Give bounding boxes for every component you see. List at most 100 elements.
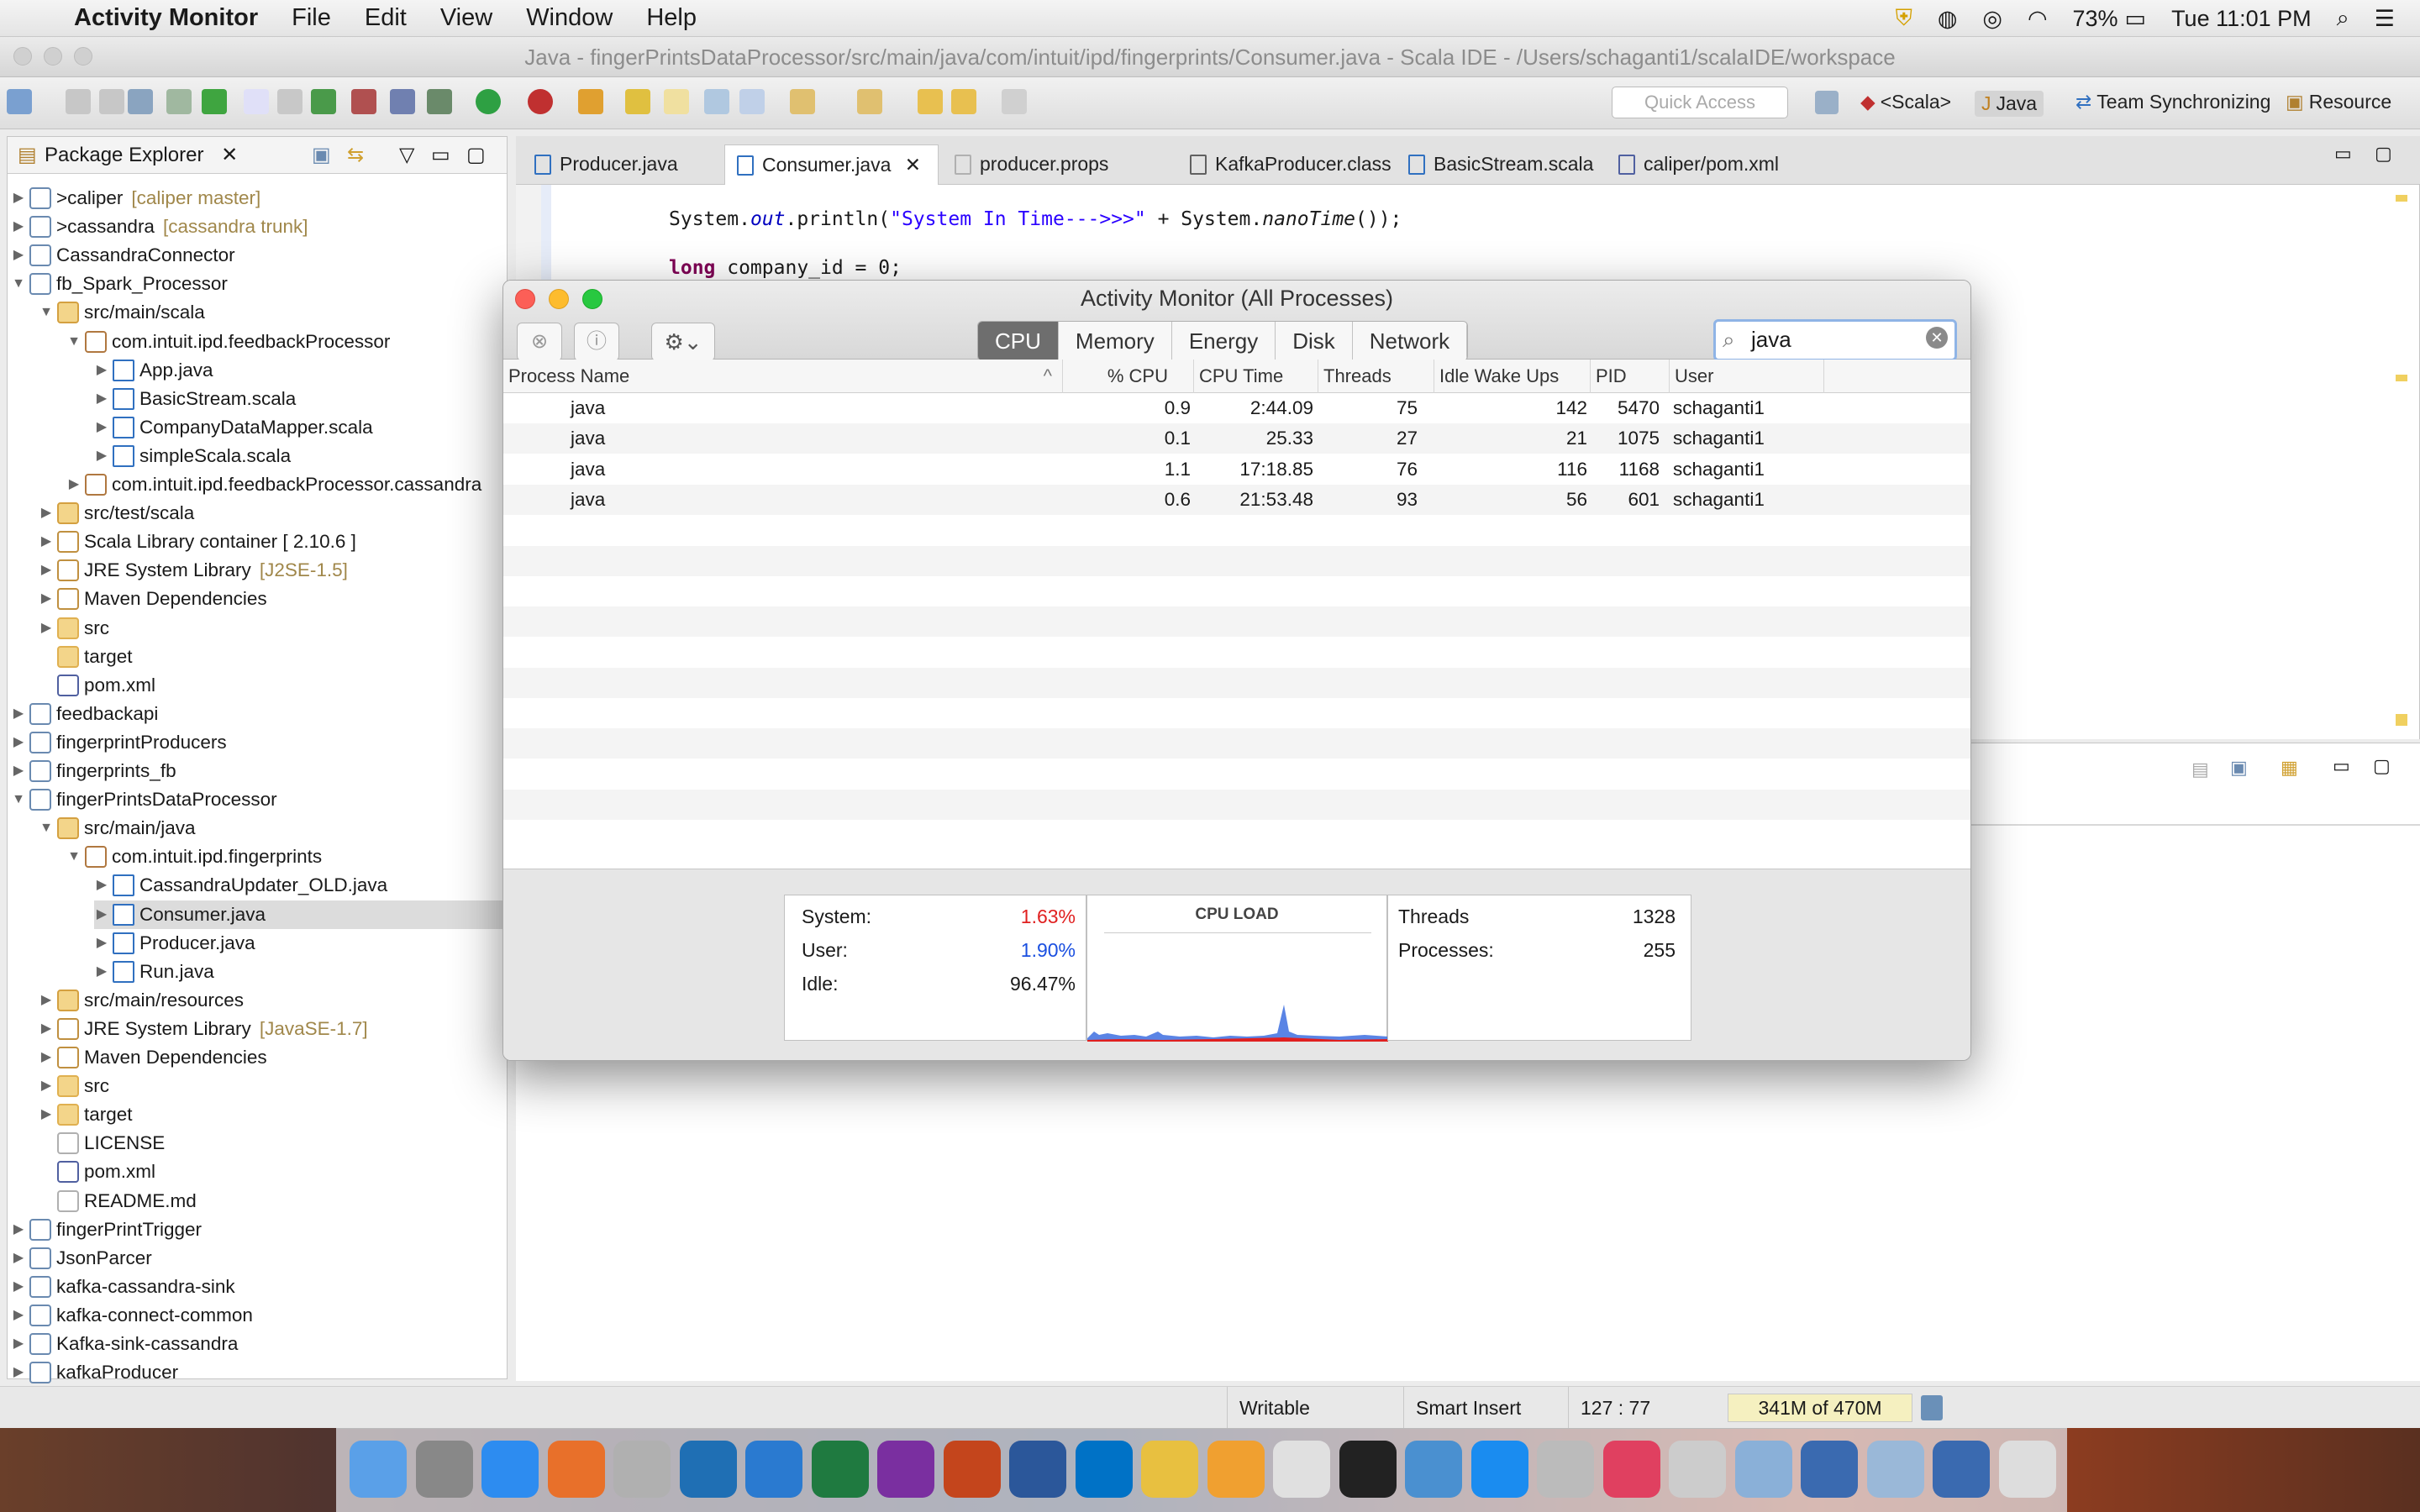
expand-arrow-icon[interactable]: ▶ [39,1015,54,1043]
menu-file[interactable]: File [292,4,331,32]
tree-item[interactable]: ▶ com.intuit.ipd.feedbackProcessor.cassan… [66,470,507,499]
tree-item[interactable]: ▼ com.intuit.ipd.fingerprints [66,843,507,871]
spotlight-icon[interactable]: ⌕ [2337,5,2349,32]
tree-item[interactable]: ▶ BasicStream.scala [94,385,507,413]
expand-arrow-icon[interactable]: ▶ [39,528,54,556]
maximize-view-icon[interactable]: ▢ [466,137,486,174]
tree-item[interactable]: ▶ App.java [94,356,507,385]
expand-arrow-icon[interactable]: ▶ [39,1072,54,1100]
run-gc-icon[interactable] [1921,1395,1943,1420]
notification-center-icon[interactable]: ☰ [2375,6,2395,32]
privacy-icon[interactable]: ◎ [1982,6,2002,32]
dock-app-app-store-icon[interactable] [1470,1441,1528,1498]
new-class-icon[interactable] [351,89,376,114]
tree-item[interactable]: ▶ CassandraUpdater_OLD.java [94,871,507,900]
quick-access-input[interactable]: Quick Access [1612,87,1788,118]
process-row[interactable]: java 0.6 21:53.48 93 56 601 schaganti1 [503,484,1970,515]
dock-app-firefox-icon[interactable] [547,1441,605,1498]
tree-item[interactable]: target [39,643,507,671]
dock-app-eclipse-icon[interactable] [1273,1441,1330,1498]
editor-maximize-icon[interactable]: ▢ [2375,143,2392,165]
column-header-cpu-time[interactable]: CPU Time [1194,360,1318,393]
tree-item[interactable]: ▶ kafkaProducer [11,1358,507,1387]
dock-app-desktop-icon[interactable] [1801,1441,1858,1498]
action-menu-button[interactable]: ⚙⌄ [651,323,715,361]
process-row[interactable]: java 0.9 2:44.09 75 142 5470 schaganti1 [503,393,1970,423]
tab-memory[interactable]: Memory [1058,322,1172,360]
inspect-process-button[interactable]: ⓘ [574,323,619,361]
tree-item[interactable]: ▶ feedbackapi [11,700,507,728]
expand-arrow-icon[interactable]: ▶ [11,241,26,270]
toggle-icon[interactable] [202,89,227,114]
tree-item[interactable]: pom.xml [39,1158,507,1186]
overview-marker[interactable] [2396,714,2407,726]
tree-item[interactable]: ▶ fingerprints_fb [11,757,507,785]
dock-app-excel-icon[interactable] [811,1441,869,1498]
expand-arrow-icon[interactable]: ▶ [11,213,26,241]
tree-item[interactable]: ▶ src [39,614,507,643]
dock-app-dell-defender-icon[interactable] [679,1441,737,1498]
tree-item[interactable]: ▼ fingerPrintsDataProcessor [11,785,507,814]
column-header-pid[interactable]: PID [1591,360,1670,393]
expand-arrow-icon[interactable]: ▶ [11,1358,26,1387]
dock-app-slack-icon[interactable] [1141,1441,1198,1498]
dock-app-onenote-icon[interactable] [877,1441,934,1498]
next-annotation-icon[interactable] [790,89,815,114]
collapse-all-icon[interactable]: ▣ [312,137,331,174]
eclipse-zoom-button[interactable] [74,47,92,66]
lower-view-new-icon[interactable]: ▦ [2281,757,2298,779]
expand-arrow-icon[interactable]: ▶ [94,871,109,900]
dock-app-photos-icon[interactable] [1207,1441,1265,1498]
expand-arrow-icon[interactable]: ▶ [39,1100,54,1129]
prev-annotation-icon[interactable] [857,89,882,114]
expand-arrow-icon[interactable]: ▶ [11,1244,26,1273]
expand-arrow-icon[interactable]: ▶ [66,470,82,499]
build-icon[interactable] [166,89,192,114]
tree-item[interactable]: ▶ JRE System Library [JavaSE-1.7] [39,1015,507,1043]
search-field[interactable]: ⌕ java ✕ [1713,319,1957,361]
menu-edit[interactable]: Edit [365,4,407,32]
expand-arrow-icon[interactable]: ▶ [39,1043,54,1072]
dock-app-word-icon[interactable] [1009,1441,1066,1498]
column-header-cpu-percent[interactable]: % CPU [1063,360,1194,393]
save-icon[interactable] [66,89,91,114]
tree-item[interactable]: ▶ > caliper [caliper master] [11,184,507,213]
tree-item[interactable]: LICENSE [39,1129,507,1158]
heap-status[interactable]: 341M of 470M [1728,1394,1912,1422]
save-all-icon[interactable] [99,89,124,114]
expand-arrow-icon[interactable]: ▶ [94,958,109,986]
search-tool-icon[interactable] [625,89,650,114]
expand-arrow-icon[interactable]: ▶ [11,728,26,757]
tree-item[interactable]: ▶ Run.java [94,958,507,986]
dock-app-scala-ide-icon[interactable] [613,1441,671,1498]
dock-app-remote-icon[interactable] [1537,1441,1594,1498]
tree-item[interactable]: ▼ src/main/scala [39,298,507,327]
run-icon[interactable] [476,89,501,114]
battery-icon[interactable]: ▭ [2125,6,2147,32]
editor-minimize-icon[interactable]: ▭ [2334,143,2352,165]
doc-icon[interactable] [244,89,269,114]
editor-tab[interactable]: caliper/pom.xml [1607,144,1808,185]
editor-tab[interactable]: BasicStream.scala [1397,144,1607,185]
collapse-arrow-icon[interactable]: ▼ [11,785,26,814]
link-with-editor-icon[interactable]: ⇆ [347,137,364,174]
tree-item[interactable]: ▶ simpleScala.scala [94,442,507,470]
back-icon[interactable] [951,89,976,114]
tree-item[interactable]: ▶ Producer.java [94,929,507,958]
lower-view-display-icon[interactable]: ▣ [2230,757,2248,779]
dock-app-outlook-icon[interactable] [1075,1441,1133,1498]
tree-item[interactable]: ▶ src/main/resources [39,986,507,1015]
collapse-arrow-icon[interactable]: ▼ [66,843,82,871]
expand-arrow-icon[interactable]: ▶ [11,1330,26,1358]
dock-app-trash-icon[interactable] [1998,1441,2056,1498]
dock-app-preview-icon[interactable] [1734,1441,1792,1498]
collapse-arrow-icon[interactable]: ▼ [11,270,26,298]
clear-search-icon[interactable]: ✕ [1926,327,1948,349]
collapse-arrow-icon[interactable]: ▼ [66,328,82,356]
expand-arrow-icon[interactable]: ▶ [11,700,26,728]
eclipse-close-button[interactable] [13,47,32,66]
editor-tab[interactable]: Consumer.java ✕ [724,144,939,185]
menu-help[interactable]: Help [646,4,697,32]
tab-disk[interactable]: Disk [1276,322,1353,360]
tree-item[interactable]: ▼ fb_Spark_Processor [11,270,507,298]
